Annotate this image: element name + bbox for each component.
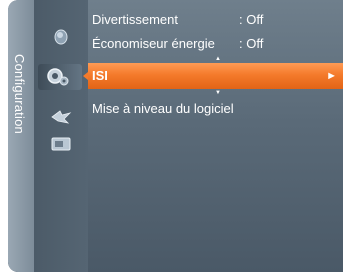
scroll-down-icon: ▼ xyxy=(215,90,221,96)
menu-item-label: ISI xyxy=(92,68,108,83)
scroll-up-icon: ▲ xyxy=(215,56,221,62)
input-icon[interactable] xyxy=(48,107,74,127)
menu-item-isi[interactable]: ISI ► xyxy=(83,63,343,89)
menu-icon-column xyxy=(34,0,88,272)
category-side-tab: Configuration xyxy=(8,0,34,272)
menu-item-value: : Off xyxy=(239,12,264,27)
menu-item-mise-a-niveau[interactable]: Mise à niveau du logiciel xyxy=(88,98,343,120)
menu-item-value: : Off xyxy=(239,36,264,51)
menu-item-label: Mise à niveau du logiciel xyxy=(92,101,234,116)
menu-item-label: Divertissement xyxy=(92,12,178,27)
application-icon[interactable] xyxy=(48,134,74,154)
selection-pointer-icon xyxy=(83,72,88,80)
submenu-arrow-icon: ► xyxy=(326,70,337,82)
osd-menu-panel: Configuration Divertissement: Off Écono… xyxy=(8,0,343,272)
menu-item-economiseur-energie[interactable]: Économiseur énergie : Off xyxy=(88,33,343,55)
menu-item-divertissement[interactable]: Divertissement : Off xyxy=(88,9,343,31)
setup-gear-icon[interactable] xyxy=(38,64,82,90)
settings-menu-list: Divertissement : Off Économiseur énergie… xyxy=(83,0,343,272)
picture-icon[interactable] xyxy=(48,27,74,47)
category-label: Configuration xyxy=(12,54,27,134)
menu-item-label: Économiseur énergie xyxy=(92,36,215,51)
